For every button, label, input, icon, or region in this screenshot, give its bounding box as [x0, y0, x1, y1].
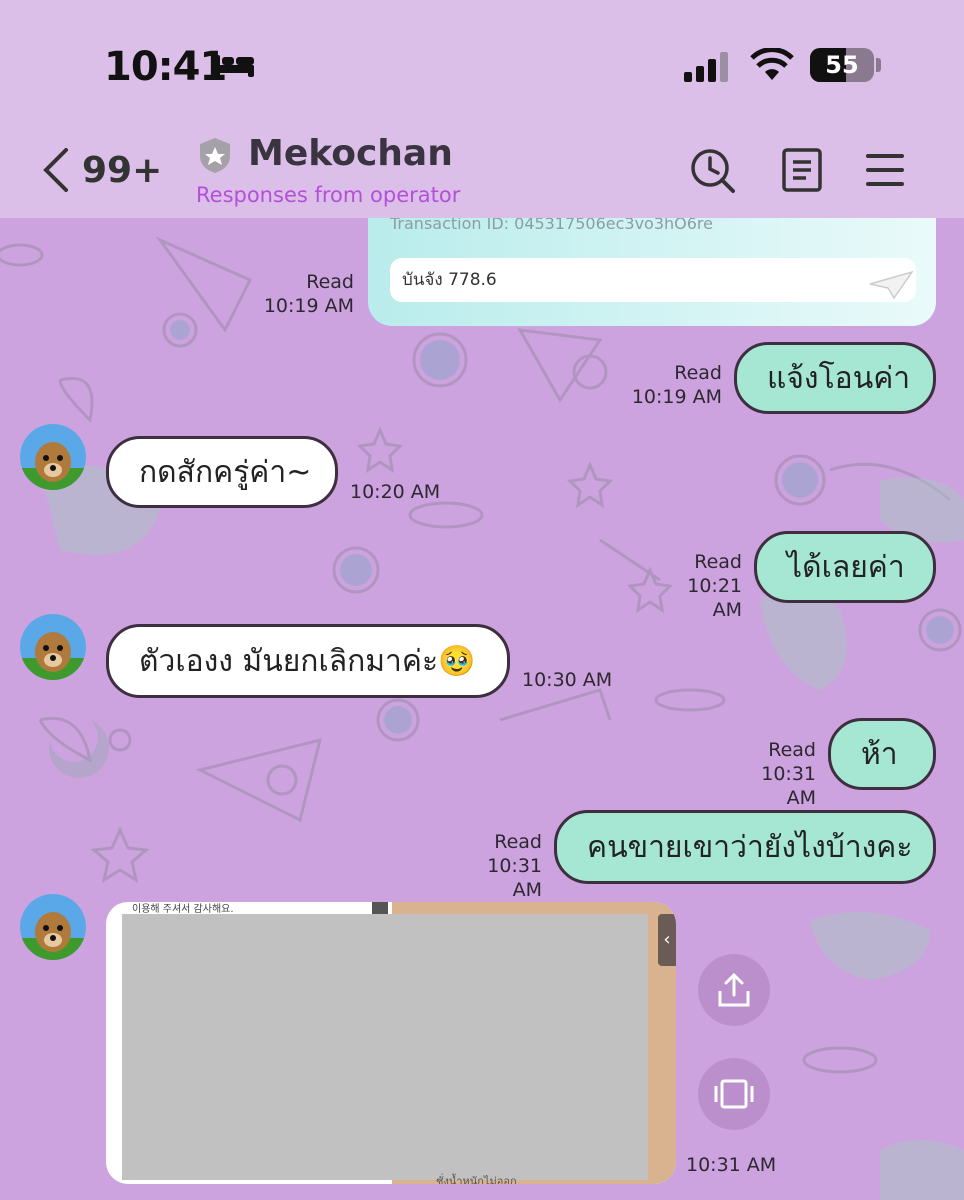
message-bubble-incoming[interactable]: กดสักครู่ค่า~: [106, 436, 338, 508]
wifi-icon: [750, 48, 794, 80]
avatar[interactable]: [20, 424, 86, 490]
message-text: คนขายเขาว่ายังไงบ้างคะ: [587, 829, 913, 865]
transfer-note: บันจัง 778.6: [390, 258, 916, 302]
message-time: 10:31 AM: [487, 855, 542, 901]
share-icon: [718, 972, 750, 1007]
message-meta: Read 10:19 AM: [630, 361, 722, 409]
battery-tip: [876, 58, 881, 72]
read-status: Read: [306, 271, 354, 293]
message-text: ได้เลยค่า: [787, 549, 905, 585]
message-time: 10:31 AM: [761, 763, 816, 809]
expand-icon: [714, 1079, 754, 1109]
preview-divider: [372, 902, 388, 914]
message-meta: Read 10:19 AM: [262, 270, 354, 318]
read-status: Read: [694, 551, 742, 573]
message-bubble-outgoing[interactable]: ห้า: [828, 718, 936, 790]
battery-level: 55: [825, 51, 859, 79]
avatar[interactable]: [20, 894, 86, 960]
dog-avatar-icon: [20, 894, 86, 960]
unread-count[interactable]: 99+: [82, 150, 162, 191]
status-time: 10:41: [104, 44, 227, 90]
menu-icon[interactable]: [866, 152, 904, 188]
operator-subtitle: Responses from operator: [196, 183, 461, 207]
read-status: Read: [494, 831, 542, 853]
read-status: Read: [768, 739, 816, 761]
message-time: 10:21 AM: [687, 575, 742, 621]
message-meta: Read 10:31 AM: [452, 830, 542, 902]
message-time: 10:20 AM: [350, 481, 441, 503]
chat-header: 10:41 55 99+ Mekochan Responses from ope…: [0, 0, 964, 218]
shield-icon: [200, 138, 230, 173]
preview-footer: ชั่งน้ำหนักไม่ออก: [436, 1175, 517, 1184]
message-text: แจ้งโอนค่า: [767, 360, 911, 396]
dog-avatar-icon: [20, 424, 86, 490]
message-time: 10:19 AM: [263, 295, 354, 317]
collapse-tab[interactable]: ‹: [658, 914, 676, 966]
transfer-card[interactable]: Transaction ID: 045317506ec3vo3hO6re บัน…: [368, 214, 936, 326]
paper-plane-icon: [869, 270, 914, 300]
message-text: กดสักครู่ค่า~: [139, 454, 312, 490]
notes-icon[interactable]: [782, 148, 822, 192]
message-time: 10:30 AM: [522, 669, 613, 691]
message-bubble-incoming[interactable]: ตัวเองง มันยกเลิกมาค่ะ🥹: [106, 624, 510, 698]
message-time: 10:19 AM: [631, 386, 722, 408]
message-bubble-outgoing[interactable]: คนขายเขาว่ายังไงบ้างคะ: [554, 810, 936, 884]
message-text: ห้า: [861, 736, 898, 772]
avatar[interactable]: [20, 614, 86, 680]
contact-name[interactable]: Mekochan: [248, 133, 453, 174]
share-button[interactable]: [698, 954, 770, 1026]
battery-indicator: 55: [810, 48, 874, 82]
message-text: ตัวเองง มันยกเลิกมาค่ะ🥹: [139, 643, 476, 679]
message-meta: Read 10:21 AM: [652, 550, 742, 622]
bed-icon: [214, 55, 254, 77]
read-status: Read: [674, 362, 722, 384]
redacted-image: [122, 914, 648, 1180]
clock-search-icon[interactable]: [690, 148, 736, 194]
expand-button[interactable]: [698, 1058, 770, 1130]
back-icon[interactable]: [40, 148, 70, 192]
message-meta: Read 10:31 AM: [726, 738, 816, 810]
signal-icon: [684, 52, 728, 82]
image-preview[interactable]: 이용해 주셔서 감사해요. ‹ ชั่งน้ำหนักไม่ออก: [106, 902, 676, 1184]
dog-avatar-icon: [20, 614, 86, 680]
message-bubble-outgoing[interactable]: ได้เลยค่า: [754, 531, 936, 603]
message-time: 10:31 AM: [686, 1154, 777, 1176]
message-bubble-outgoing[interactable]: แจ้งโอนค่า: [734, 342, 936, 414]
